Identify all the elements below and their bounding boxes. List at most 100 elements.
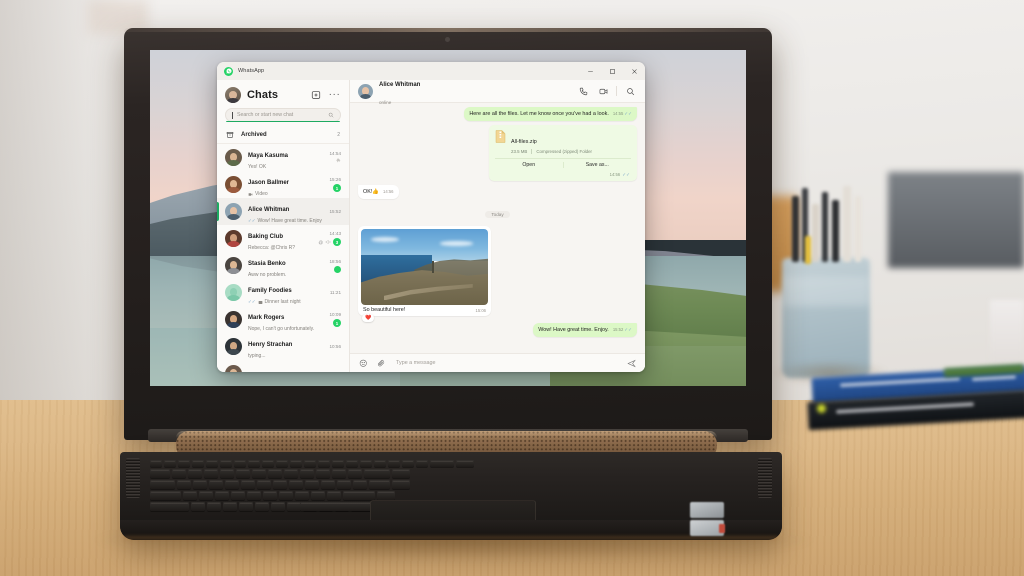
chat-list-item[interactable]: Henry Strachan typing... 10:56 [217,333,349,360]
more-options-icon[interactable]: ··· [328,89,341,102]
keyboard-key[interactable] [234,460,247,467]
keyboard-key[interactable] [231,491,246,500]
keyboard-key[interactable] [364,469,391,478]
image-message-card[interactable]: So beautiful here! 15:06 ❤️ [358,226,491,322]
message-photo[interactable] [361,229,488,305]
profile-avatar[interactable] [225,87,241,103]
chat-list-item[interactable]: Stasia Benko Aww no problem. 18:56 [217,252,349,279]
keyboard-key[interactable] [360,460,373,467]
keyboard-key[interactable] [150,491,182,500]
keyboard-key[interactable] [346,460,359,467]
keyboard-key[interactable] [164,460,177,467]
keyboard-key[interactable] [271,502,286,511]
keyboard-key[interactable] [215,491,230,500]
keyboard-key[interactable] [377,491,396,500]
keyboard-key[interactable] [150,460,163,467]
keyboard-key[interactable] [199,491,214,500]
open-button[interactable]: Open [495,159,563,171]
chat-list-item[interactable]: Jason Ballmer Video 15:26 1 [217,171,349,198]
keyboard-key[interactable] [183,491,198,500]
keyboard-key[interactable] [207,502,222,511]
keyboard-key[interactable] [223,502,238,511]
message-bubble-outgoing[interactable]: Wow! Have great time. Enjoy. 15:52✓✓ [533,323,637,337]
video-camera-icon[interactable] [596,84,610,98]
keyboard-key[interactable] [225,480,240,489]
keyboard-key[interactable] [304,460,317,467]
keyboard-key[interactable] [193,480,208,489]
keyboard-key[interactable] [172,469,187,478]
keyboard-key[interactable] [279,491,294,500]
chat-list-item-alice-whitman[interactable]: Alice Whitman ✓✓ Wow! Have great time. E… [217,198,349,225]
keyboard-key[interactable] [456,460,475,467]
keyboard-key[interactable] [206,460,219,467]
chat-list-item[interactable]: Maya Kasuma Yes! OK 14:54 [217,144,349,171]
keyboard-key[interactable] [276,460,289,467]
close-icon[interactable] [623,62,645,80]
keyboard-key[interactable] [289,480,304,489]
keyboard-key[interactable] [255,502,270,511]
keyboard-key[interactable] [369,480,391,489]
keyboard-key[interactable] [374,460,387,467]
keyboard-key[interactable] [332,460,345,467]
keyboard-key[interactable] [327,491,342,500]
keyboard-key[interactable] [295,491,310,500]
reaction-heart-icon[interactable]: ❤️ [362,314,375,322]
message-bubble-incoming[interactable]: OK!👍 14:56 [358,185,399,199]
keyboard-key[interactable] [204,469,219,478]
search-in-chat-icon[interactable] [623,84,637,98]
keyboard-key[interactable] [284,469,299,478]
keyboard-key[interactable] [273,480,288,489]
save-as-button[interactable]: Save as... [564,159,632,171]
contact-avatar[interactable] [358,83,373,99]
keyboard-key[interactable] [321,480,336,489]
keyboard-key[interactable] [348,469,363,478]
keyboard-key[interactable] [316,469,331,478]
keyboard-key[interactable] [332,469,347,478]
keyboard-key[interactable] [343,491,376,500]
keyboard-key[interactable] [430,460,455,467]
keyboard-key[interactable] [388,460,401,467]
keyboard-key[interactable] [416,460,429,467]
keyboard-key[interactable] [150,502,190,511]
keyboard-key[interactable] [150,469,171,478]
keyboard-key[interactable] [318,460,331,467]
message-bubble-outgoing[interactable]: Here are all the files. Let me know once… [464,107,637,121]
chat-list[interactable]: Archived 2 Maya Kasuma Yes! OK 14:54 Jas… [217,127,349,372]
chat-list-item[interactable]: Dawn Jones 8:32 [217,360,349,372]
window-title-bar[interactable]: WhatsApp [217,62,645,80]
sidebar-item-archived[interactable]: Archived 2 [217,127,349,144]
keyboard-key[interactable] [300,469,315,478]
keyboard-key[interactable] [263,491,278,500]
maximize-icon[interactable] [601,62,623,80]
emoji-icon[interactable] [358,358,369,369]
keyboard-key[interactable] [252,469,267,478]
keyboard-key[interactable] [257,480,272,489]
keyboard-key[interactable] [191,502,206,511]
keyboard-key[interactable] [177,480,192,489]
send-icon[interactable] [626,358,637,369]
keyboard-key[interactable] [236,469,251,478]
phone-icon[interactable] [576,84,590,98]
keyboard-key[interactable] [209,480,224,489]
keyboard-key[interactable] [220,460,233,467]
keyboard-key[interactable] [220,469,235,478]
keyboard-key[interactable] [178,460,191,467]
keyboard-key[interactable] [268,469,283,478]
keyboard-key[interactable] [262,460,275,467]
file-attachment-card[interactable]: All-files.zip 23.5 MB Compressed (zipped… [489,125,637,181]
chat-list-item[interactable]: Baking Club Rebecca: @Chris R? 14:43 @ 3 [217,225,349,252]
window-controls[interactable] [579,62,645,80]
conversation-header[interactable]: Alice Whitman online [350,80,645,105]
attach-clip-icon[interactable] [376,358,387,369]
keyboard-key[interactable] [353,480,368,489]
keyboard-key[interactable] [188,469,203,478]
keyboard-key[interactable] [311,491,326,500]
keyboard-key[interactable] [247,491,262,500]
chat-list-item[interactable]: Family Foodies ✓✓ Dinner last night 11:2… [217,279,349,306]
keyboard-key[interactable] [392,469,411,478]
keyboard-key[interactable] [337,480,352,489]
minimize-icon[interactable] [579,62,601,80]
keyboard-key[interactable] [402,460,415,467]
keyboard-key[interactable] [392,480,411,489]
keyboard-key[interactable] [248,460,261,467]
